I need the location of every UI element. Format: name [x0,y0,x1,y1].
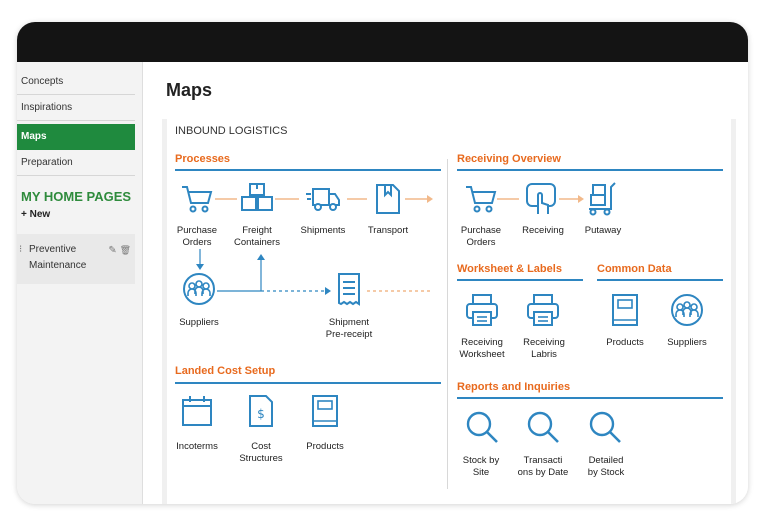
worksheet-label-receiving-worksheet: Receiving Worksheet [459,337,505,360]
report-label-stock-by-site: Stock by Site [462,455,500,478]
book-icon[interactable] [307,393,343,429]
cart-icon[interactable] [463,181,499,217]
main-panel: Maps INBOUND LOGISTICS Processes Purchas… [144,62,748,504]
reports-rule [457,397,723,399]
receipt-icon[interactable] [331,271,367,307]
truck-icon[interactable] [305,181,341,217]
receiving-label-purchase-orders: Purchase Orders [460,225,502,248]
tap-icon[interactable] [524,181,560,217]
common-label-products: Products [606,337,644,348]
sidebar-item-label: Concepts [21,76,64,87]
receiving-label-receiving: Receiving [522,225,564,236]
common-label-suppliers: Suppliers [667,337,707,348]
reports-heading: Reports and Inquiries [457,381,571,393]
book-icon[interactable] [607,292,643,328]
search-icon[interactable] [525,409,561,445]
process-label-suppliers: Suppliers [179,317,219,328]
home-page-item-preventive-maintenance[interactable]: ⁝ Preventive Maintenance ✎ 🗑 [17,234,135,284]
worksheet-heading: Worksheet & Labels [457,263,562,275]
containers-icon[interactable] [239,181,275,217]
process-label-purchase-orders: Purchase Orders [176,225,218,248]
app-window: Concepts Inspirations Maps Preparation M… [17,22,748,504]
worksheet-label-receiving-labris: Receiving Labris [523,337,565,360]
search-icon[interactable] [587,409,623,445]
home-page-label-line2: Maintenance [29,260,87,271]
page-title: Maps [166,80,213,100]
receiving-flow-lines [497,195,584,203]
home-pages-title: MY HOME PAGES [21,189,132,204]
top-bar [17,22,748,62]
sidebar-item-label: Preparation [21,157,73,168]
new-home-page-button[interactable]: + New [21,209,50,220]
search-icon[interactable] [464,409,500,445]
sidebar: Concepts Inspirations Maps Preparation M… [17,62,143,504]
landed-label-cost-structures: Cost Structures [239,441,283,464]
process-label-freight-containers: Freight Containers [234,225,280,248]
sidebar-item-concepts[interactable]: Concepts [17,69,135,95]
svg-text:$: $ [257,407,265,421]
sidebar-item-maps[interactable]: Maps [17,124,135,150]
delete-icon[interactable]: 🗑 [120,245,131,255]
map-content: INBOUND LOGISTICS Processes Purchase Ord… [162,119,736,504]
sidebar-item-label: Maps [21,131,47,142]
sidebar-item-inspirations[interactable]: Inspirations [17,95,135,121]
sidebar-item-label: Inspirations [21,102,73,113]
common-data-heading: Common Data [597,263,672,275]
trolley-icon[interactable] [585,181,621,217]
common-data-rule [597,279,723,281]
people-icon[interactable] [181,271,217,307]
process-label-shipments: Shipments [300,225,346,236]
landed-cost-heading: Landed Cost Setup [175,365,276,377]
drag-handle-icon[interactable]: ⁝ [19,242,22,258]
report-label-transactions-by-date: Transacti ons by Date [517,455,569,478]
document-icon[interactable] [370,181,406,217]
process-label-transport: Transport [367,225,409,236]
printer-icon[interactable] [525,292,561,328]
landed-label-incoterms: Incoterms [176,441,218,452]
people-icon[interactable] [669,292,705,328]
edit-icon[interactable]: ✎ [108,245,116,256]
calendar-icon[interactable] [179,393,215,429]
landed-label-products: Products [306,441,344,452]
dollar-doc-icon[interactable]: $ [243,393,279,429]
landed-cost-rule [175,382,441,384]
report-label-detailed-by-stock: Detailed by Stock [587,455,625,478]
sidebar-item-preparation[interactable]: Preparation [17,150,135,176]
process-label-shipment-pre-receipt: Shipment Pre-receipt [325,317,373,340]
receiving-label-putaway: Putaway [584,225,622,236]
cart-icon[interactable] [179,181,215,217]
printer-icon[interactable] [464,292,500,328]
worksheet-rule [457,279,583,281]
